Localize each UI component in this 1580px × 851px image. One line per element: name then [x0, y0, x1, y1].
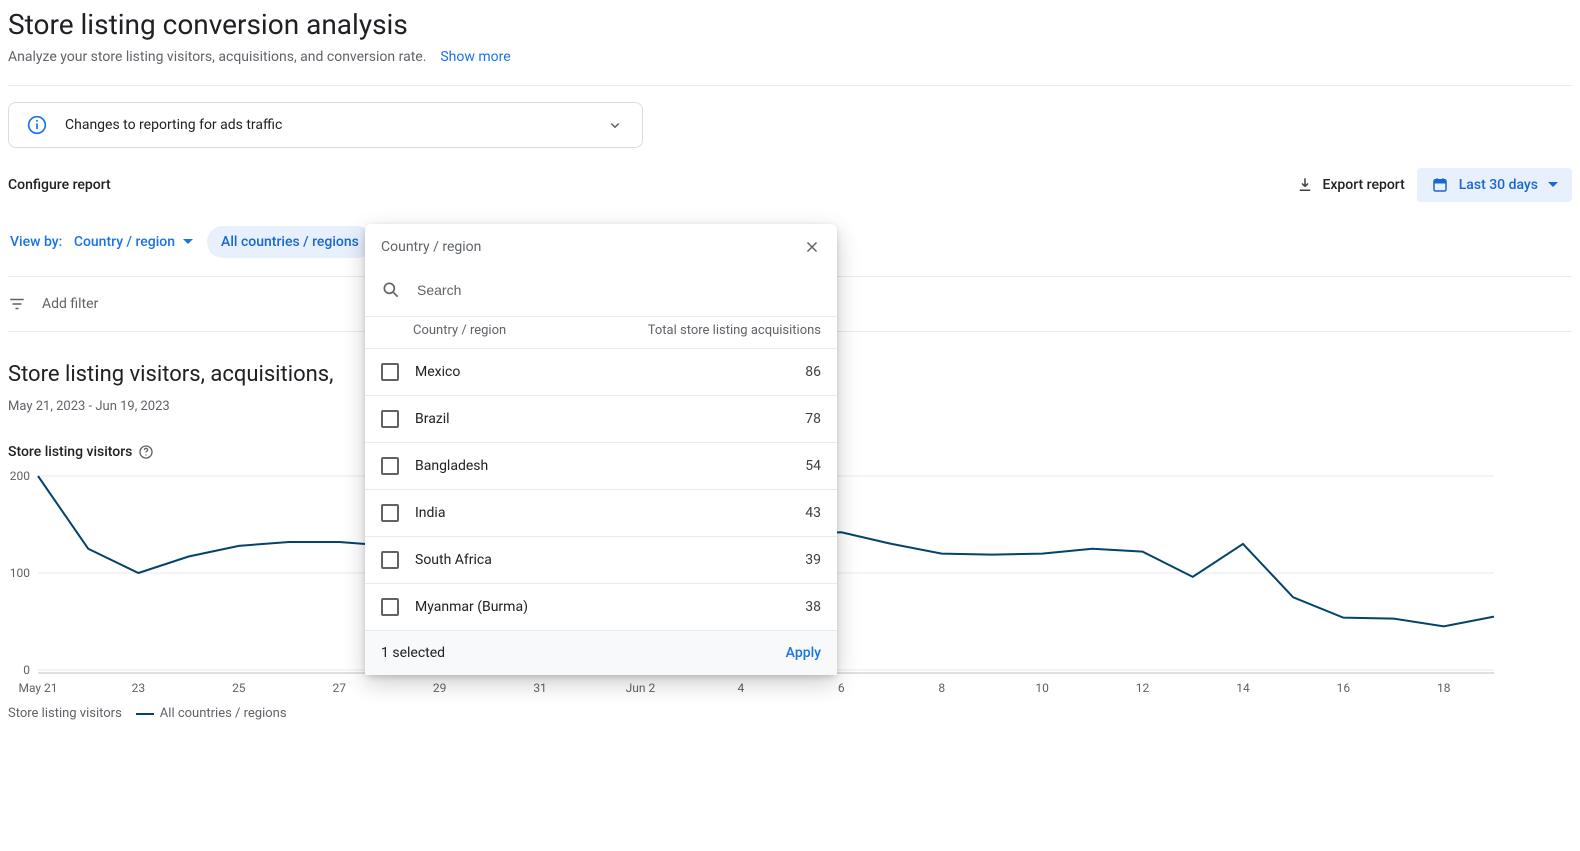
svg-text:4: 4 — [738, 681, 745, 695]
country-value: 78 — [805, 411, 821, 427]
page-subtitle: Analyze your store listing visitors, acq… — [8, 49, 1572, 65]
svg-text:12: 12 — [1136, 681, 1150, 695]
country-name: Brazil — [415, 411, 789, 427]
country-value: 86 — [805, 364, 821, 380]
country-name: Bangladesh — [415, 458, 789, 474]
popover-col-value: Total store listing acquisitions — [648, 323, 821, 338]
country-value: 38 — [805, 599, 821, 615]
help-icon[interactable] — [138, 444, 154, 460]
subtitle-text: Analyze your store listing visitors, acq… — [8, 49, 426, 65]
checkbox[interactable] — [381, 598, 399, 616]
svg-text:100: 100 — [10, 566, 30, 580]
close-icon[interactable] — [803, 238, 821, 256]
dimension-filter-chip[interactable]: All countries / regions — [207, 226, 373, 258]
caret-down-icon — [183, 237, 193, 247]
view-by-dimension: Country / region — [74, 234, 175, 250]
svg-text:16: 16 — [1337, 681, 1351, 695]
svg-text:8: 8 — [938, 681, 945, 695]
list-item[interactable]: Bangladesh 54 — [365, 442, 837, 489]
checkbox[interactable] — [381, 504, 399, 522]
download-icon — [1296, 176, 1314, 194]
country-name: Mexico — [415, 364, 789, 380]
calendar-icon — [1431, 176, 1449, 194]
metric-label: Store listing visitors — [8, 444, 132, 460]
configure-report-label: Configure report — [8, 177, 111, 193]
country-value: 54 — [805, 458, 821, 474]
apply-button[interactable]: Apply — [786, 645, 821, 661]
list-item[interactable]: Brazil 78 — [365, 395, 837, 442]
list-item[interactable]: India 43 — [365, 489, 837, 536]
svg-text:18: 18 — [1437, 681, 1451, 695]
popover-title: Country / region — [381, 239, 481, 255]
svg-text:0: 0 — [23, 663, 30, 677]
svg-text:10: 10 — [1035, 681, 1049, 695]
filter-icon — [8, 295, 26, 313]
view-by-prefix: View by: — [10, 234, 62, 250]
country-value: 39 — [805, 552, 821, 568]
country-name: India — [415, 505, 789, 521]
checkbox[interactable] — [381, 410, 399, 428]
chart-legend: Store listing visitors All countries / r… — [8, 706, 1572, 721]
show-more-link[interactable]: Show more — [440, 49, 510, 65]
country-name: Myanmar (Burma) — [415, 599, 789, 615]
svg-text:31: 31 — [533, 681, 547, 695]
date-range-label: Last 30 days — [1459, 177, 1538, 193]
svg-text:29: 29 — [433, 681, 447, 695]
checkbox[interactable] — [381, 551, 399, 569]
export-report-button[interactable]: Export report — [1296, 176, 1404, 194]
legend-metric: Store listing visitors — [8, 706, 122, 721]
svg-text:Jun 2: Jun 2 — [626, 681, 656, 695]
svg-text:200: 200 — [10, 469, 30, 483]
list-item[interactable]: South Africa 39 — [365, 536, 837, 583]
list-item[interactable]: Myanmar (Burma) 38 — [365, 583, 837, 630]
legend-swatch — [136, 713, 154, 715]
svg-text:May 21: May 21 — [18, 681, 57, 695]
info-icon — [27, 115, 47, 135]
caret-down-icon — [1548, 180, 1558, 190]
add-filter-button[interactable]: Add filter — [42, 296, 98, 312]
country-name: South Africa — [415, 552, 789, 568]
svg-text:25: 25 — [232, 681, 246, 695]
info-card[interactable]: Changes to reporting for ads traffic — [8, 102, 643, 148]
popover-col-name: Country / region — [413, 323, 506, 338]
chevron-down-icon — [606, 116, 624, 134]
popover-selected-count: 1 selected — [381, 645, 445, 661]
checkbox[interactable] — [381, 363, 399, 381]
svg-text:6: 6 — [838, 681, 845, 695]
svg-text:14: 14 — [1236, 681, 1250, 695]
popover-list[interactable]: Mexico 86 Brazil 78 Bangladesh 54 India 43 South… — [365, 348, 837, 630]
view-by-dropdown[interactable]: View by: Country / region — [8, 228, 195, 256]
date-range-dropdown[interactable]: Last 30 days — [1417, 168, 1572, 202]
checkbox[interactable] — [381, 457, 399, 475]
legend-series-label: All countries / regions — [160, 706, 287, 721]
page-title: Store listing conversion analysis — [8, 8, 1572, 41]
legend-series: All countries / regions — [136, 706, 287, 721]
search-input[interactable] — [417, 282, 821, 298]
country-region-popover: Country / region Country / region Total … — [365, 224, 837, 675]
svg-text:27: 27 — [332, 681, 346, 695]
info-text: Changes to reporting for ads traffic — [65, 117, 282, 133]
country-value: 43 — [805, 505, 821, 521]
export-label: Export report — [1322, 177, 1404, 193]
list-item[interactable]: Mexico 86 — [365, 348, 837, 395]
search-icon — [381, 280, 401, 300]
svg-text:23: 23 — [132, 681, 146, 695]
